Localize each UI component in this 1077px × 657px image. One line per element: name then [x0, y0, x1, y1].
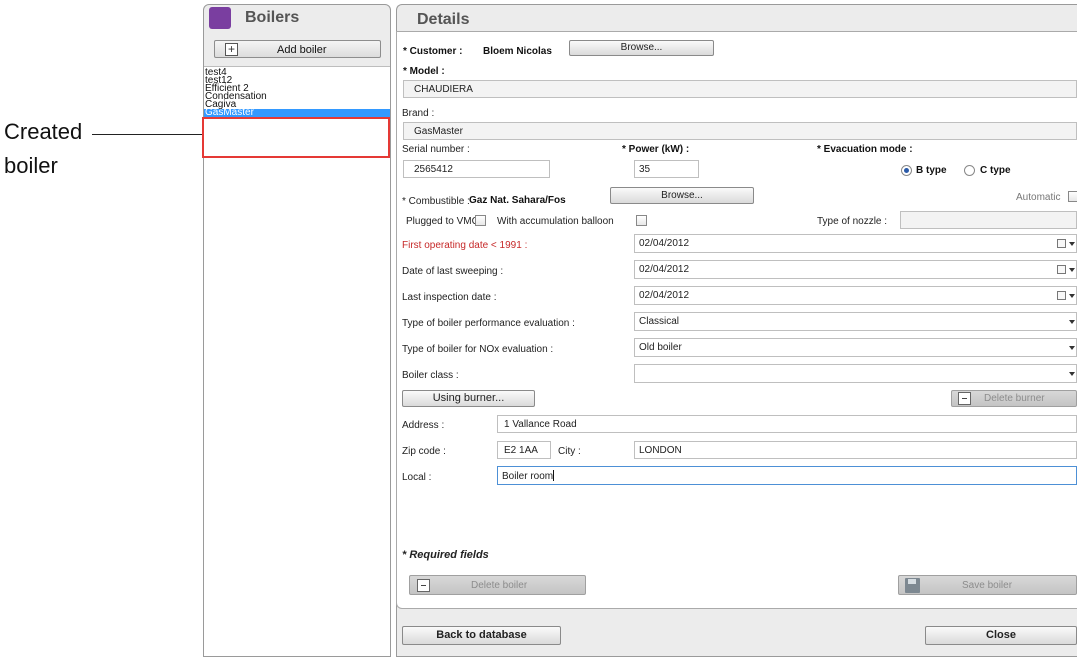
list-item-selected[interactable]: GasMaster: [204, 108, 390, 118]
save-boiler-label: Save boiler: [962, 580, 1013, 591]
zip-label: Zip code :: [402, 446, 446, 457]
customer-label: * Customer :: [403, 46, 463, 57]
local-label: Local :: [402, 472, 432, 483]
last-sweeping-value: 02/04/2012: [639, 264, 690, 275]
last-sweeping-label: Date of last sweeping :: [402, 266, 504, 277]
delete-burner-label: Delete burner: [984, 393, 1045, 404]
evacuation-b-type-radio[interactable]: [901, 165, 912, 176]
power-label: * Power (kW) :: [622, 144, 690, 155]
serial-label: Serial number :: [402, 144, 470, 155]
accumulation-checkbox[interactable]: [636, 215, 647, 226]
model-field[interactable]: CHAUDIERA: [403, 80, 1077, 98]
address-label: Address :: [402, 420, 445, 431]
annotation-pointer-line: [92, 134, 202, 135]
annotation-boiler: boiler: [4, 153, 58, 178]
evacuation-label: * Evacuation mode :: [817, 144, 913, 155]
nozzle-field[interactable]: [900, 211, 1077, 229]
first-operating-value: 02/04/2012: [639, 238, 690, 249]
nox-eval-value: Old boiler: [639, 342, 682, 353]
minus-icon: [958, 392, 971, 405]
local-value: Boiler room: [502, 471, 554, 482]
delete-burner-button[interactable]: Delete burner: [951, 390, 1077, 407]
last-inspection-label: Last inspection date :: [402, 292, 497, 303]
back-to-database-button[interactable]: Back to database: [402, 626, 561, 645]
text-cursor: [553, 470, 555, 481]
nox-eval-label: Type of boiler for NOx evaluation :: [402, 344, 554, 355]
brand-label: Brand :: [402, 108, 435, 119]
chevron-down-icon[interactable]: [1069, 294, 1075, 298]
city-field[interactable]: LONDON: [634, 441, 1077, 459]
first-operating-field[interactable]: 02/04/2012: [634, 234, 1077, 253]
power-field[interactable]: 35: [634, 160, 699, 178]
required-fields-note: * Required fields: [402, 549, 489, 561]
plugged-vmc-label: Plugged to VMC: [406, 216, 479, 227]
add-boiler-label: Add boiler: [277, 44, 327, 56]
first-operating-label: First operating date < 1991 :: [402, 240, 528, 251]
address-field[interactable]: 1 Vallance Road: [497, 415, 1077, 433]
last-inspection-value: 02/04/2012: [639, 290, 690, 301]
plugged-vmc-checkbox[interactable]: [475, 215, 486, 226]
using-burner-button[interactable]: Using burner...: [402, 390, 535, 407]
evacuation-c-type-radio[interactable]: [964, 165, 975, 176]
performance-eval-select[interactable]: Classical: [634, 312, 1077, 331]
disk-icon: [905, 578, 920, 593]
boiler-class-select[interactable]: [634, 364, 1077, 383]
evacuation-c-type-label: C type: [980, 165, 1011, 176]
last-inspection-field[interactable]: 02/04/2012: [634, 286, 1077, 305]
calendar-icon[interactable]: [1057, 291, 1066, 300]
performance-eval-value: Classical: [639, 316, 680, 327]
add-boiler-button[interactable]: + Add boiler: [214, 40, 381, 58]
minus-icon: [417, 579, 430, 592]
nox-eval-select[interactable]: Old boiler: [634, 338, 1077, 357]
model-label: * Model :: [403, 66, 445, 77]
delete-boiler-label: Delete boiler: [471, 580, 528, 591]
nozzle-label: Type of nozzle :: [817, 216, 888, 227]
details-title: Details: [417, 11, 470, 28]
delete-boiler-button[interactable]: Delete boiler: [409, 575, 586, 595]
annotation-created: Created: [4, 119, 83, 144]
save-boiler-button[interactable]: Save boiler: [898, 575, 1077, 595]
evacuation-b-type-label: B type: [916, 165, 947, 176]
boilers-app-icon: [209, 7, 231, 29]
customer-browse-button[interactable]: Browse...: [569, 40, 714, 56]
combustible-value: Gaz Nat. Sahara/Fos: [469, 195, 566, 206]
customer-value: Bloem Nicolas: [483, 46, 552, 57]
chevron-down-icon[interactable]: [1069, 268, 1075, 272]
performance-eval-label: Type of boiler performance evaluation :: [402, 318, 575, 329]
calendar-icon[interactable]: [1057, 265, 1066, 274]
automatic-checkbox[interactable]: [1068, 191, 1077, 202]
accumulation-label: With accumulation balloon: [497, 216, 614, 227]
boiler-class-label: Boiler class :: [402, 370, 459, 381]
last-sweeping-field[interactable]: 02/04/2012: [634, 260, 1077, 279]
close-button[interactable]: Close: [925, 626, 1077, 645]
automatic-label: Automatic: [1016, 192, 1061, 203]
calendar-icon[interactable]: [1057, 239, 1066, 248]
created-boiler-highlight: [202, 117, 390, 158]
chevron-down-icon[interactable]: [1069, 242, 1075, 246]
chevron-down-icon[interactable]: [1069, 346, 1075, 350]
combustible-browse-button[interactable]: Browse...: [610, 187, 754, 204]
city-label: City :: [558, 446, 581, 457]
brand-field[interactable]: GasMaster: [403, 122, 1077, 140]
serial-field[interactable]: 2565412: [403, 160, 550, 178]
chevron-down-icon[interactable]: [1069, 320, 1075, 324]
chevron-down-icon[interactable]: [1069, 372, 1075, 376]
combustible-label: * Combustible :: [402, 196, 470, 207]
local-field[interactable]: Boiler room: [497, 466, 1077, 485]
boilers-panel-title: Boilers: [245, 9, 300, 26]
add-icon: +: [225, 43, 238, 56]
zip-field[interactable]: E2 1AA: [497, 441, 551, 459]
